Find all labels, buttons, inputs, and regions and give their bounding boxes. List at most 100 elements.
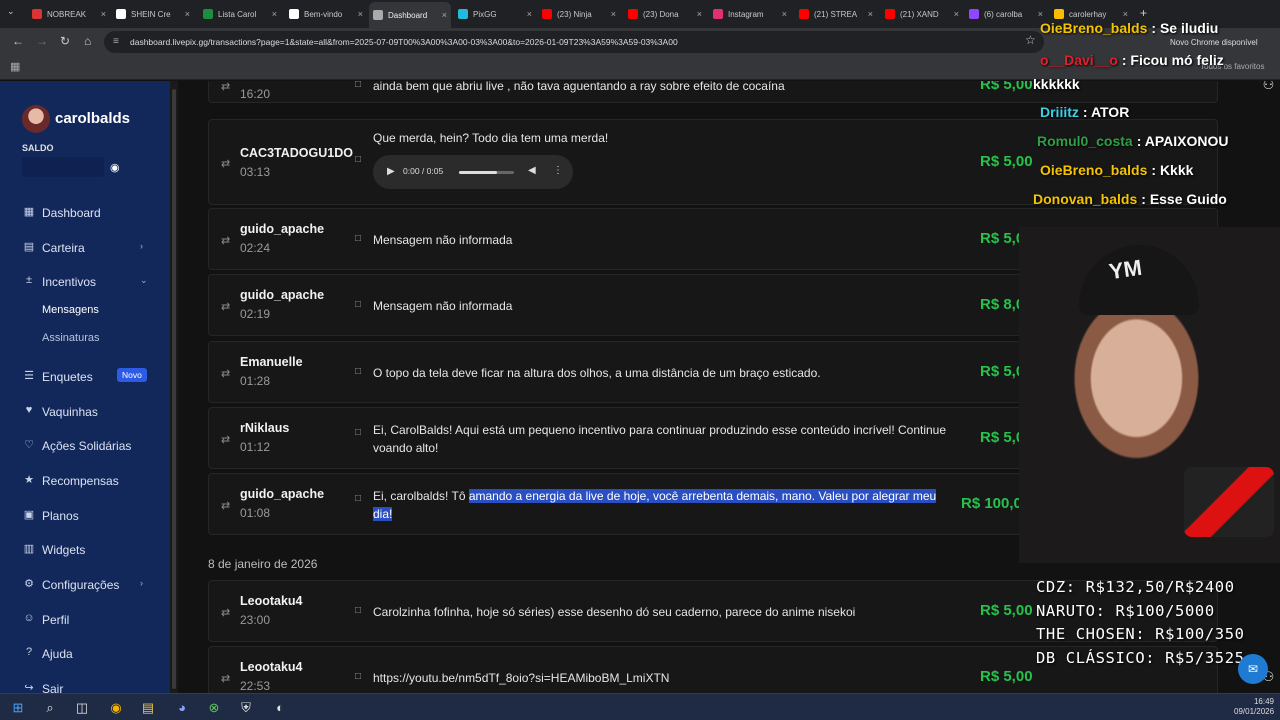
chat-message: kkkkkk	[1033, 76, 1080, 92]
sidebar-item-perfil[interactable]: ☺ Perfil	[0, 609, 170, 631]
tab-close-icon[interactable]: ×	[185, 9, 190, 19]
sidebar-item-acoes-solidarias[interactable]: ♡ Ações Solidárias	[0, 435, 170, 457]
sidebar-item-recompensas[interactable]: ★ Recompensas	[0, 470, 170, 492]
volume-icon[interactable]: ◀	[528, 165, 536, 176]
goal-line: THE CHOSEN: R$100/350	[1036, 625, 1245, 643]
system-clock[interactable]: 16:49 09/01/2026	[1234, 697, 1274, 717]
new-tab-button[interactable]: +	[1140, 6, 1147, 20]
audio-progress-slider[interactable]	[459, 171, 514, 174]
back-icon[interactable]: ←	[12, 34, 24, 48]
sidebar-item-configuracoes[interactable]: ⚙ Configurações ›	[0, 574, 170, 596]
tab-close-icon[interactable]: ×	[1123, 9, 1128, 19]
sidebar-item-incentivos[interactable]: ± Incentivos ⌄	[0, 271, 170, 293]
tab-close-icon[interactable]: ×	[272, 9, 277, 19]
discord-icon[interactable]: ◕	[172, 698, 192, 718]
tab-close-icon[interactable]: ×	[527, 9, 532, 19]
windows-start-icon[interactable]: ⊞	[8, 698, 28, 718]
tab-search-icon[interactable]: ⌄	[7, 6, 15, 17]
tab[interactable]: (23) Dona ×	[624, 4, 706, 24]
sidebar-item-vaquinhas[interactable]: ♥ Vaquinhas	[0, 401, 170, 423]
tab-label: Dashboard	[388, 10, 428, 20]
donation-message: Ei, carolbalds! Tô amando a energia da l…	[373, 487, 958, 523]
stream-chat-overlay: OieBreno_balds: Se iludiu o__Davi__o: Fic…	[1030, 20, 1280, 215]
tab-close-icon[interactable]: ×	[442, 10, 447, 20]
tab[interactable]: Dashboard ×	[369, 2, 451, 28]
sidebar-item-label: Incentivos	[42, 275, 97, 289]
transfer-icon: ⇄	[221, 235, 231, 247]
tab[interactable]: Lista Carol ×	[199, 4, 281, 24]
chat-text: Ficou mó feliz	[1130, 52, 1224, 68]
chat-text: Se iludiu	[1159, 20, 1219, 36]
tab[interactable]: SHEIN Cre ×	[112, 4, 194, 24]
sidebar-item-dashboard[interactable]: ▦ Dashboard	[0, 202, 170, 224]
tab[interactable]: (23) Ninja ×	[538, 4, 620, 24]
tab-close-icon[interactable]: ×	[697, 9, 702, 19]
tab[interactable]: Instagram ×	[709, 4, 791, 24]
tab-label: NOBREAK	[47, 9, 87, 19]
message-icon: □	[355, 605, 362, 616]
file-explorer-icon[interactable]: ▤	[138, 698, 158, 718]
eye-icon[interactable]: ◉	[110, 161, 120, 174]
tab-label: Instagram	[728, 9, 764, 19]
chrome-icon[interactable]: ◉	[106, 698, 126, 718]
chat-message: Donovan_balds: Esse Guido	[1033, 191, 1227, 207]
play-icon[interactable]: ▶	[387, 166, 395, 177]
url-input[interactable]: ≡ dashboard.livepix.gg/transactions?page=…	[104, 31, 1044, 53]
site-info-icon[interactable]: ≡	[113, 31, 119, 53]
tab[interactable]: (21) STREA ×	[795, 4, 877, 24]
goal-line: CDZ: R$132,50/R$2400	[1036, 578, 1235, 596]
forward-icon[interactable]: →	[36, 34, 48, 48]
goal-line: DB CLÁSSICO: R$5/3525	[1036, 648, 1245, 667]
donor-name: Leootaku4	[240, 594, 303, 608]
xbox-icon[interactable]: ⊗	[204, 698, 224, 718]
transfer-icon: ⇄	[221, 673, 231, 685]
acoes-solidarias-icon: ♡	[24, 439, 34, 451]
audio-player[interactable]: ▶ 0:00 / 0:05 ◀ ⋮	[373, 155, 573, 189]
tab-close-icon[interactable]: ×	[101, 9, 106, 19]
sidebar-item-planos[interactable]: ▣ Planos	[0, 505, 170, 527]
sidebar-item-sair[interactable]: ↪ Sair	[0, 678, 170, 693]
sidebar-item-label: Perfil	[42, 613, 70, 627]
sidebar-subitem-mensagens[interactable]: Mensagens	[42, 304, 99, 316]
reload-icon[interactable]: ↻	[60, 34, 70, 48]
home-icon[interactable]: ⌂	[84, 34, 91, 48]
more-options-icon[interactable]: ⋮	[553, 165, 563, 176]
apps-grid-icon[interactable]: ▦	[10, 60, 20, 73]
username: carolbalds	[55, 110, 131, 127]
tab[interactable]: (21) XAND ×	[881, 4, 963, 24]
sidebar-item-ajuda[interactable]: ? Ajuda	[0, 643, 170, 665]
search-icon[interactable]: ⌕	[40, 698, 60, 718]
taskbar: ⊞ ⌕ ◫ ◉ ▤ ◕ ⊗ ⛨ ◐ 16:49 09/01/2026	[0, 693, 1280, 720]
sidebar-item-widgets[interactable]: ▥ Widgets	[0, 539, 170, 561]
donation-amount: R$ 5,00	[980, 81, 1033, 93]
tab[interactable]: PixGG ×	[454, 4, 536, 24]
message-icon: □	[355, 233, 362, 244]
sidebar-item-label: Ajuda	[42, 647, 73, 661]
transfer-icon: ⇄	[221, 500, 231, 512]
donation-message: Mensagem não informada	[373, 299, 513, 313]
tab-close-icon[interactable]: ×	[868, 9, 873, 19]
chat-user: Donovan_balds	[1033, 191, 1138, 207]
sidebar-item-carteira[interactable]: ▤ Carteira ›	[0, 237, 170, 259]
tab[interactable]: Bem-vindo ×	[285, 4, 367, 24]
security-shield-icon[interactable]: ⛨	[236, 698, 256, 718]
tab-favicon-icon	[203, 9, 213, 19]
balance-hidden-value	[22, 157, 104, 177]
sidebar-scrollbar[interactable]	[170, 81, 178, 693]
tab[interactable]: NOBREAK ×	[28, 4, 110, 24]
obs-icon[interactable]: ◐	[270, 698, 290, 718]
sidebar-subitem-assinaturas[interactable]: Assinaturas	[42, 332, 99, 344]
avatar[interactable]	[22, 105, 50, 133]
chat-separator: :	[1136, 133, 1145, 149]
chat-bubble-icon[interactable]: ✉	[1238, 654, 1268, 684]
tab-close-icon[interactable]: ×	[1038, 9, 1043, 19]
tab-close-icon[interactable]: ×	[358, 9, 363, 19]
donation-message: Ei, CarolBalds! Aqui está um pequeno inc…	[373, 423, 947, 455]
recompensas-icon: ★	[24, 474, 34, 486]
sidebar-item-label: Ações Solidárias	[42, 439, 132, 453]
balance-label: SALDO	[22, 143, 54, 153]
task-view-icon[interactable]: ◫	[72, 698, 92, 718]
tab-close-icon[interactable]: ×	[954, 9, 959, 19]
tab-close-icon[interactable]: ×	[782, 9, 787, 19]
tab-close-icon[interactable]: ×	[611, 9, 616, 19]
